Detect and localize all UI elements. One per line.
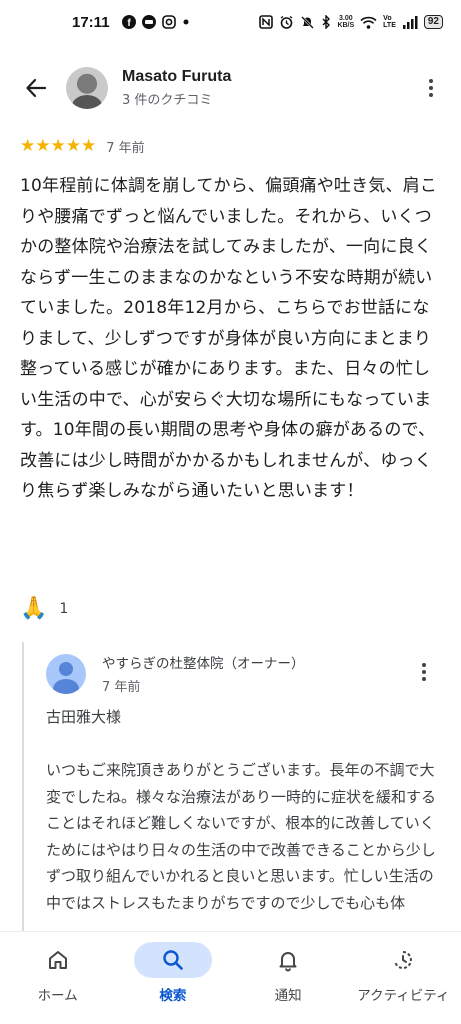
- nav-activity[interactable]: アクティビティ: [346, 932, 461, 1024]
- nav-search[interactable]: 検索: [115, 932, 230, 1024]
- bottom-navigation: ホーム 検索 通知 アクティビティ: [0, 931, 461, 1024]
- status-time: 17:11: [72, 13, 110, 31]
- review-time: 7 年前: [106, 140, 145, 156]
- bluetooth-icon: [321, 15, 331, 29]
- star-rating: ★★★★★: [20, 136, 97, 156]
- nfc-icon: [259, 15, 274, 29]
- owner-response-time: 7 年前: [102, 680, 141, 695]
- user-name: Masato Furuta: [122, 68, 232, 85]
- more-vert-icon: [422, 663, 426, 667]
- wifi-icon: [360, 16, 377, 29]
- bell-icon: [279, 952, 297, 972]
- nav-activity-label: アクティビティ: [357, 988, 450, 1004]
- alarm-icon: [279, 15, 294, 30]
- net-speed: 3.00 KB/S: [337, 15, 354, 29]
- reaction-button[interactable]: 🙏 1: [20, 596, 68, 621]
- nav-home[interactable]: ホーム: [0, 932, 115, 1024]
- system-icons: 3.00 KB/S Vo LTE 92: [259, 15, 443, 30]
- owner-info: やすらぎの杜整体院（オーナー） 7 年前: [102, 652, 305, 695]
- nav-home-pill: [19, 942, 97, 978]
- activity-icon: [394, 951, 413, 969]
- more-vert-dot: [429, 86, 433, 90]
- net-speed-unit: KB/S: [337, 22, 355, 29]
- user-avatar[interactable]: [66, 67, 108, 109]
- back-button[interactable]: [14, 66, 58, 110]
- user-info[interactable]: Masato Furuta 3 件のクチコミ: [122, 68, 231, 108]
- nav-notifications[interactable]: 通知: [231, 932, 346, 1024]
- nav-notifications-pill: [249, 942, 327, 978]
- pray-icon: 🙏: [20, 596, 48, 621]
- owner-more-options-button[interactable]: [412, 656, 436, 688]
- more-vert-icon: [429, 79, 433, 83]
- user-review-count: 3 件のクチコミ: [122, 93, 213, 108]
- instagram-icon: [161, 15, 176, 29]
- owner-header: やすらぎの杜整体院（オーナー） 7 年前: [46, 652, 305, 695]
- line-icon: [141, 15, 156, 29]
- search-icon: [163, 950, 183, 970]
- net-speed-value: 3.00: [338, 15, 353, 22]
- owner-name: やすらぎの杜整体院（オーナー）: [102, 656, 305, 672]
- review-header: Masato Furuta 3 件のクチコミ: [0, 56, 461, 120]
- nav-search-pill: [133, 942, 212, 978]
- arrow-back-icon: [26, 78, 47, 98]
- mute-icon: [300, 15, 315, 30]
- more-vert-dot: [422, 670, 426, 674]
- more-options-button[interactable]: [419, 68, 443, 108]
- dot-icon: [182, 18, 190, 26]
- owner-avatar: [46, 653, 86, 694]
- notification-icons: f: [121, 15, 190, 29]
- volte-icon: Vo LTE: [383, 15, 396, 29]
- nav-notifications-label: 通知: [274, 988, 302, 1004]
- status-bar: 17:11 f 3.00 KB/S Vo LTE 92: [0, 0, 461, 44]
- nav-activity-pill: [364, 942, 442, 978]
- battery-indicator: 92: [423, 15, 443, 29]
- more-vert-dot: [422, 677, 426, 681]
- nav-search-label: 検索: [159, 988, 187, 1004]
- signal-icon: [402, 15, 418, 29]
- owner-response: やすらぎの杜整体院（オーナー） 7 年前 古田雅大様 いつもご来院頂きありがとう…: [22, 642, 446, 942]
- owner-response-text: 古田雅大様 いつもご来院頂きありがとうございます。長年の不調で大変でしたね。様々…: [46, 708, 437, 912]
- reaction-count: 1: [59, 600, 69, 617]
- more-vert-dot: [429, 93, 433, 97]
- home-icon: [48, 951, 67, 969]
- nav-home-label: ホーム: [37, 988, 78, 1004]
- rating-row: ★★★★★ 7 年前: [20, 136, 145, 156]
- review-text: 10年程前に体調を崩してから、偏頭痛や吐き気、肩こりや腰痛でずっと悩んでいました…: [20, 176, 438, 501]
- facebook-icon: f: [121, 15, 136, 29]
